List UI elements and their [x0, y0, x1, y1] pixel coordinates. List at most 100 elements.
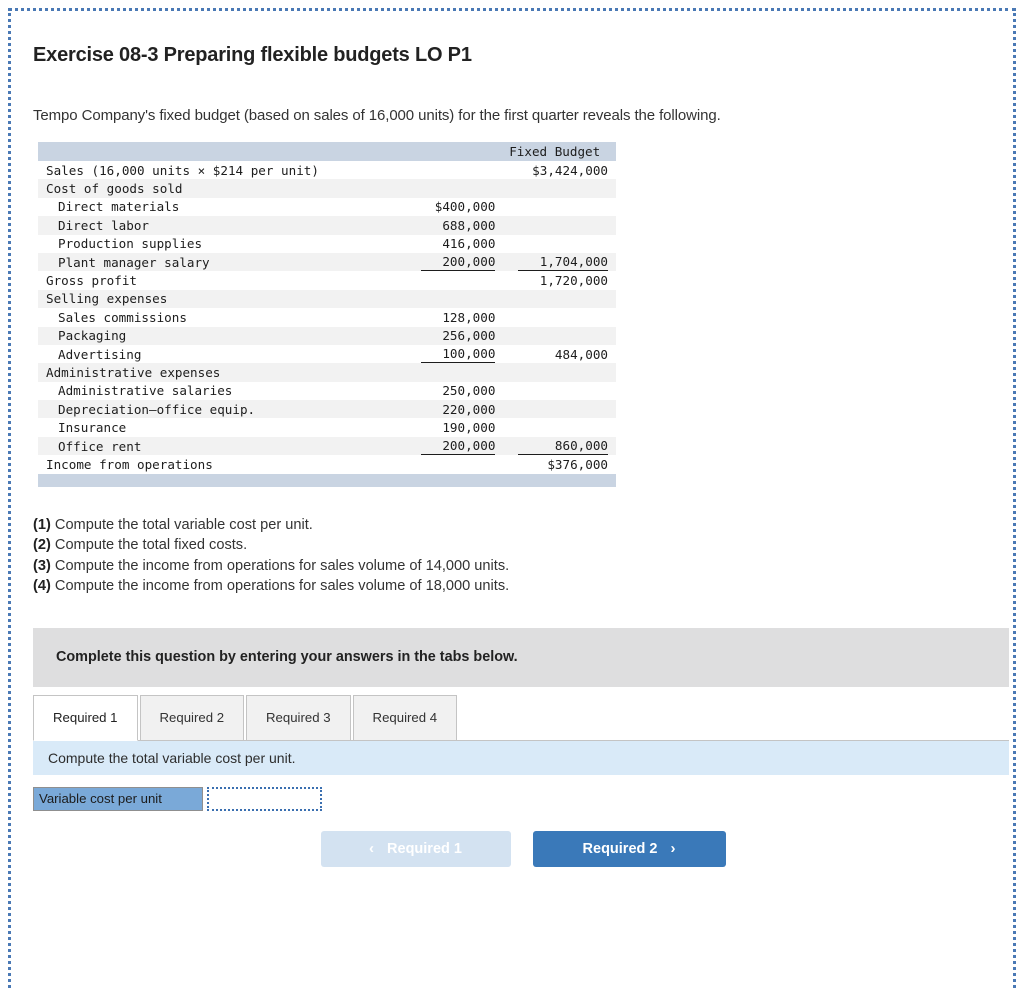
header-spacer-cell — [383, 142, 502, 161]
row-total-amount — [501, 363, 616, 382]
tab-required-4[interactable]: Required 4 — [352, 694, 458, 740]
row-total-amount: 484,000 — [501, 344, 616, 364]
requirement-item: (1) Compute the total variable cost per … — [33, 515, 1005, 536]
navigation-buttons: ‹ Required 1 Required 2 › — [25, 830, 1005, 867]
table-row: Income from operations $376,000 — [38, 455, 616, 474]
row-detail-amount — [383, 271, 502, 290]
row-total-amount — [501, 308, 616, 327]
row-total-amount — [501, 234, 616, 253]
row-total-amount — [501, 179, 616, 198]
fixed-budget-table: Fixed Budget Sales (16,000 units × $214 … — [38, 142, 616, 487]
header-blank-cell — [38, 142, 384, 161]
tab-required-2[interactable]: Required 2 — [139, 694, 245, 740]
tab-label: Required 4 — [372, 710, 438, 726]
row-label: Cost of goods sold — [38, 179, 384, 198]
footer-band-cell — [38, 473, 384, 487]
table-row: Advertising 100,000 484,000 — [38, 344, 616, 364]
table-row: Cost of goods sold — [38, 179, 616, 198]
amount-value: $400,000 — [434, 199, 496, 215]
column-header-fixed-budget: Fixed Budget — [501, 142, 616, 161]
requirement-text: Compute the total variable cost per unit… — [50, 516, 313, 533]
amount-value: 256,000 — [442, 328, 496, 344]
answer-row: Variable cost per unit — [33, 786, 1005, 811]
row-detail-amount: 200,000 — [383, 436, 502, 456]
amount-value: 416,000 — [442, 236, 496, 252]
row-total-amount — [501, 326, 616, 345]
row-detail-amount: 250,000 — [383, 381, 502, 401]
row-label: Packaging — [38, 326, 384, 345]
requirement-number: (3) — [33, 557, 51, 574]
row-label: Sales (16,000 units × $214 per unit) — [38, 161, 384, 180]
chevron-right-icon: › — [670, 840, 676, 858]
variable-cost-per-unit-input[interactable] — [207, 786, 322, 811]
requirement-item: (4) Compute the income from operations f… — [33, 576, 1005, 597]
amount-value: 1,720,000 — [539, 273, 608, 289]
row-total-amount: $376,000 — [501, 455, 616, 474]
row-total-amount: 1,720,000 — [501, 271, 616, 290]
tab-required-1[interactable]: Required 1 — [33, 694, 138, 741]
row-detail-amount — [383, 161, 502, 180]
footer-band-cell — [501, 473, 616, 487]
row-total-amount: 860,000 — [501, 436, 616, 456]
amount-value: 250,000 — [442, 383, 496, 399]
tab-label: Required 2 — [159, 710, 225, 726]
tab-label: Required 1 — [53, 710, 118, 726]
requirements-list: (1) Compute the total variable cost per … — [33, 515, 1005, 597]
tab-required-3[interactable]: Required 3 — [246, 694, 351, 740]
previous-required-label: Required 1 — [387, 840, 462, 857]
table-row: Selling expenses — [38, 289, 616, 309]
row-label: Selling expenses — [38, 289, 384, 309]
table-body: Sales (16,000 units × $214 per unit) $3,4… — [38, 161, 616, 474]
row-label: Direct materials — [38, 197, 384, 217]
requirement-number: (4) — [33, 578, 51, 595]
page-title: Exercise 08-3 Preparing flexible budgets… — [33, 44, 472, 66]
amount-value: 1,704,000 — [518, 254, 608, 271]
amount-value: 376,000 — [554, 456, 608, 472]
row-total-amount: 1,704,000 — [501, 252, 616, 272]
question-prompt-text: Compute the total variable cost per unit… — [48, 749, 296, 766]
requirement-number: (1) — [33, 516, 51, 533]
row-label: Plant manager salary — [38, 252, 384, 272]
row-detail-amount: 688,000 — [383, 216, 502, 235]
footer-band-cell — [383, 473, 502, 487]
requirement-item: (2) Compute the total fixed costs. — [33, 535, 1005, 556]
row-label: Advertising — [38, 344, 384, 364]
requirement-item: (3) Compute the income from operations f… — [33, 556, 1005, 577]
next-required-button[interactable]: Required 2 › — [532, 830, 726, 867]
row-label: Insurance — [38, 418, 384, 437]
row-detail-amount — [383, 289, 502, 309]
row-detail-amount: 256,000 — [383, 326, 502, 345]
amount-value: 484,000 — [554, 346, 608, 362]
row-label: Administrative expenses — [38, 363, 384, 382]
answer-label-variable-cost-per-unit: Variable cost per unit — [33, 786, 203, 811]
table-row: Direct materials $400,000 — [38, 197, 616, 217]
amount-value: 190,000 — [442, 420, 496, 436]
tab-label: Required 3 — [266, 710, 331, 726]
table-row: Plant manager salary 200,000 1,704,000 — [38, 252, 616, 272]
row-label: Income from operations — [38, 455, 384, 474]
row-detail-amount — [383, 179, 502, 198]
row-detail-amount: 220,000 — [383, 400, 502, 419]
currency-symbol: $ — [547, 456, 555, 472]
next-required-label: Required 2 — [582, 840, 658, 857]
requirement-text: Compute the income from operations for s… — [50, 557, 510, 574]
requirement-text: Compute the income from operations for s… — [50, 578, 510, 595]
complete-question-text: Complete this question by entering your … — [56, 649, 518, 666]
table-row: Direct labor 688,000 — [38, 216, 616, 235]
requirement-number: (2) — [33, 537, 51, 554]
question-prompt-strip: Compute the total variable cost per unit… — [33, 740, 1009, 775]
row-detail-amount — [383, 363, 502, 382]
row-detail-amount — [383, 455, 502, 474]
row-detail-amount: 128,000 — [383, 308, 502, 327]
row-total-amount: $3,424,000 — [501, 161, 616, 180]
previous-required-button[interactable]: ‹ Required 1 — [320, 830, 511, 867]
requirement-text: Compute the total fixed costs. — [50, 537, 248, 554]
row-total-amount — [501, 400, 616, 419]
row-label: Gross profit — [38, 271, 384, 290]
fixed-budget-table-wrapper: Fixed Budget Sales (16,000 units × $214 … — [38, 142, 616, 487]
table-header-row: Fixed Budget — [38, 142, 616, 161]
amount-value: 200,000 — [421, 438, 496, 455]
row-label: Depreciation—office equip. — [38, 400, 384, 419]
amount-value: 100,000 — [421, 346, 496, 363]
amount-double-underlined: $376,000 — [547, 457, 608, 472]
